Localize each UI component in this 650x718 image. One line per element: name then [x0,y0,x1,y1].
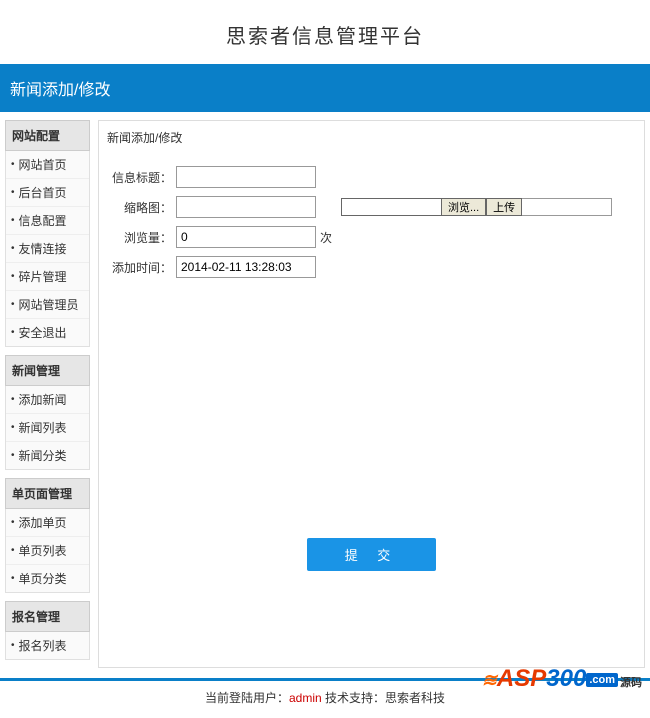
sidebar-item-add-page[interactable]: 添加单页 [6,509,89,537]
sidebar-item-page-list[interactable]: 单页列表 [6,537,89,565]
views-suffix: 次 [320,229,332,246]
thumb-label: 缩略图： [107,199,172,216]
sidebar-header-news: 新闻管理 [5,355,90,386]
sidebar-item-home[interactable]: 网站首页 [6,151,89,179]
sidebar-item-logout[interactable]: 安全退出 [6,319,89,346]
sidebar-item-page-cat[interactable]: 单页分类 [6,565,89,592]
browse-button[interactable]: 浏览... [441,198,486,216]
submit-button[interactable]: 提 交 [307,538,437,571]
sidebar-item-fragments[interactable]: 碎片管理 [6,263,89,291]
sidebar-item-signup-list[interactable]: 报名列表 [6,632,89,659]
upload-status-bar [522,198,612,216]
upload-button[interactable]: 上传 [486,198,522,216]
main-container: 网站配置 网站首页 后台首页 信息配置 友情连接 碎片管理 网站管理员 安全退出… [0,112,650,673]
footer-support-label: 技术支持： [322,691,385,705]
sidebar-item-admins[interactable]: 网站管理员 [6,291,89,319]
sidebar-item-add-news[interactable]: 添加新闻 [6,386,89,414]
footer-prefix: 当前登陆用户： [205,691,289,705]
sidebar-header-site: 网站配置 [5,120,90,151]
sidebar-item-admin-home[interactable]: 后台首页 [6,179,89,207]
addtime-input[interactable] [176,256,316,278]
sidebar-item-links[interactable]: 友情连接 [6,235,89,263]
views-label: 浏览量： [107,229,172,246]
footer-user: admin [289,691,322,705]
sidebar-header-signup: 报名管理 [5,601,90,632]
upload-group: 浏览... 上传 [341,198,612,216]
app-header: 思索者信息管理平台 [0,0,650,64]
sidebar: 网站配置 网站首页 后台首页 信息配置 友情连接 碎片管理 网站管理员 安全退出… [5,120,90,668]
title-input[interactable] [176,166,316,188]
views-input[interactable] [176,226,316,248]
footer-support-name: 思索者科技 [385,691,445,705]
footer: 当前登陆用户：admin 技术支持：思索者科技 ≋ASP300.com源码 [0,681,650,718]
main-panel: 新闻添加/修改 信息标题： 缩略图： 浏览... 上传 浏览量： 次 添加时间： [98,120,645,668]
breadcrumb: 新闻添加/修改 [107,129,636,146]
sidebar-item-news-list[interactable]: 新闻列表 [6,414,89,442]
title-label: 信息标题： [107,169,172,186]
sidebar-header-page: 单页面管理 [5,478,90,509]
thumb-input[interactable] [176,196,316,218]
page-title-bar: 新闻添加/修改 [0,64,650,112]
sidebar-item-info-config[interactable]: 信息配置 [6,207,89,235]
file-path-field[interactable] [341,198,441,216]
addtime-label: 添加时间： [107,259,172,276]
sidebar-item-news-cat[interactable]: 新闻分类 [6,442,89,469]
